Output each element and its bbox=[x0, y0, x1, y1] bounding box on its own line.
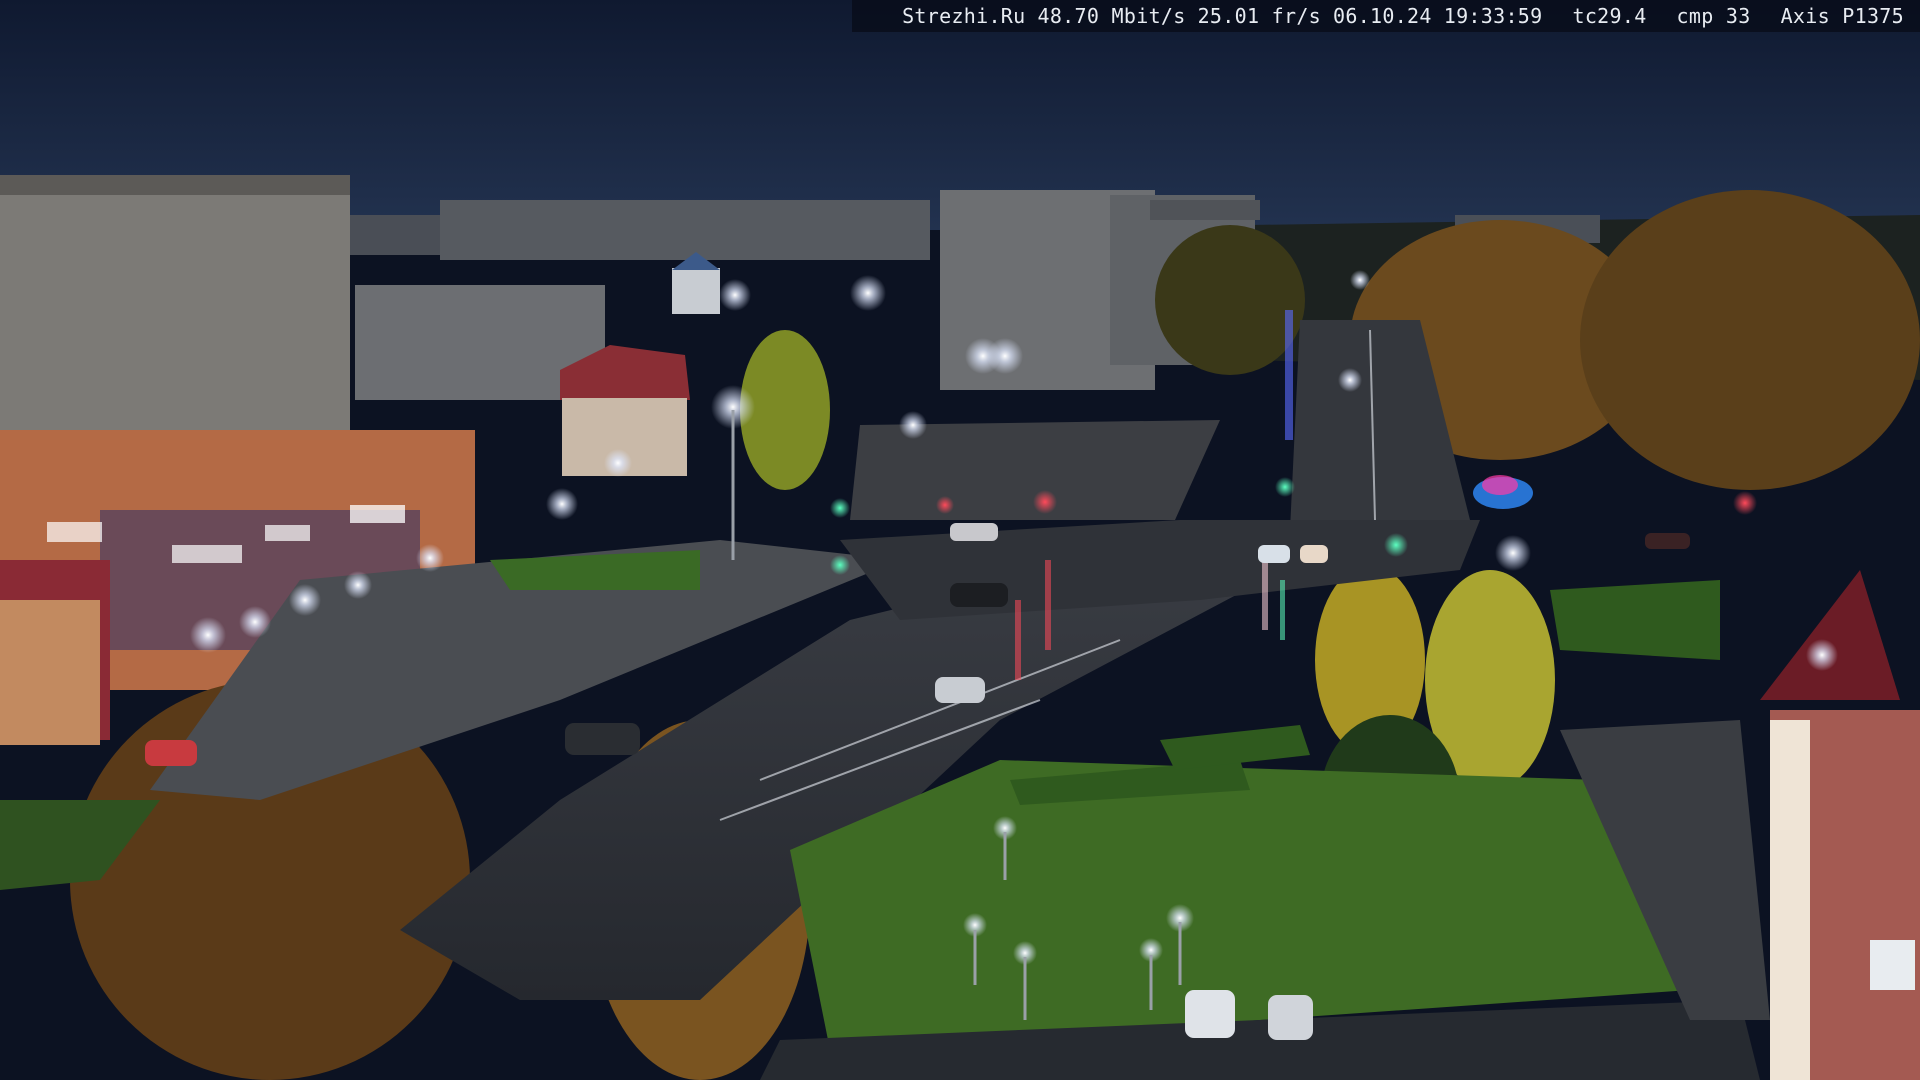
site-name: Strezhi.Ru bbox=[902, 4, 1026, 28]
cmp-readout: cmp 33 bbox=[1676, 4, 1751, 28]
avenue-festive-lights bbox=[1285, 310, 1293, 440]
festive-palm-decoration bbox=[1473, 475, 1533, 509]
bitrate-readout: 48.70 Mbit/s bbox=[1037, 4, 1186, 28]
white-tower bbox=[672, 252, 720, 314]
webcam-scene bbox=[0, 0, 1920, 1080]
framerate-readout: 25.01 fr/s bbox=[1197, 4, 1322, 28]
time-readout: 19:33:59 bbox=[1443, 4, 1543, 28]
date-readout: 06.10.24 bbox=[1333, 4, 1432, 28]
camera-model: Axis P1375 bbox=[1780, 4, 1904, 28]
right-building bbox=[1760, 570, 1920, 1080]
tc-readout: tc29.4 bbox=[1572, 4, 1647, 28]
camera-info-overlay: Strezhi.Ru 48.70 Mbit/s 25.01 fr/s 06.10… bbox=[852, 0, 1920, 32]
